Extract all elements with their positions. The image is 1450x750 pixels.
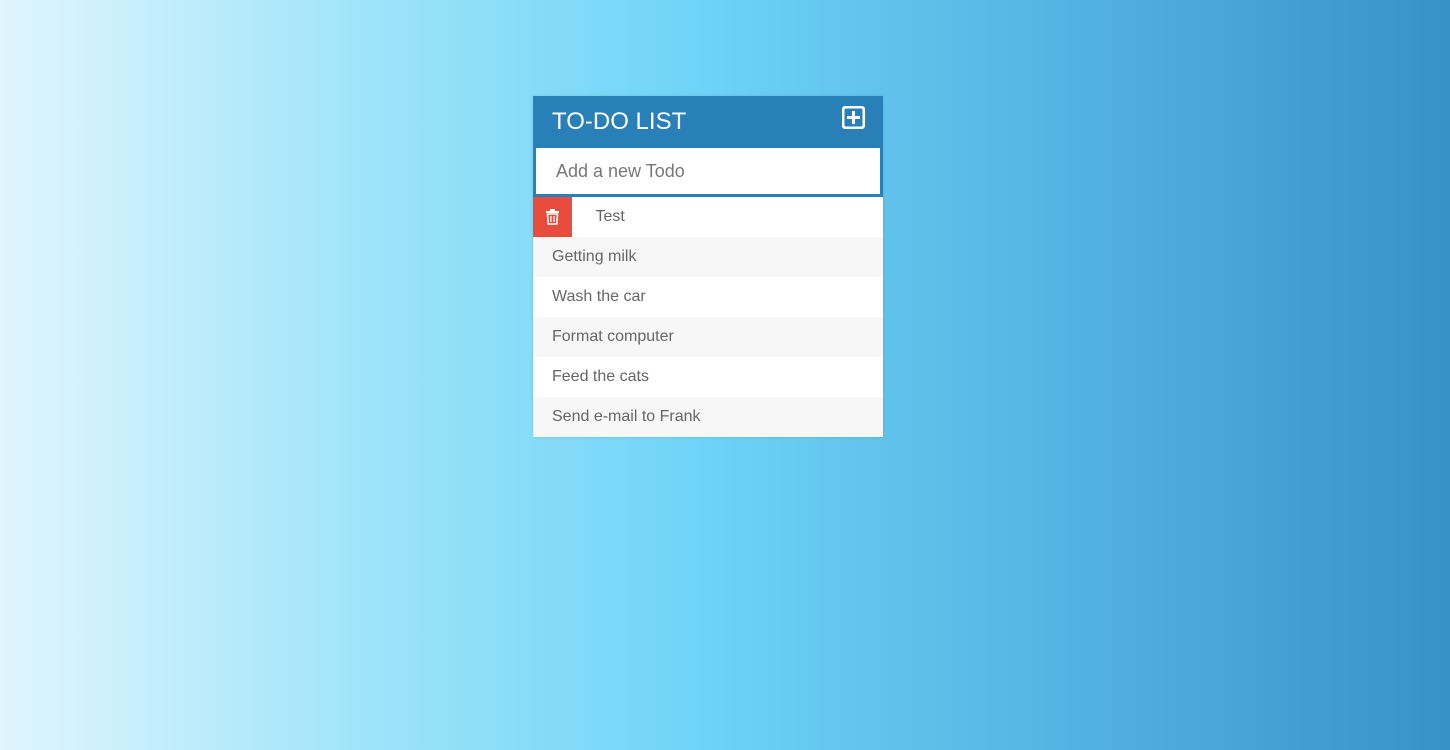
todo-item[interactable]: Test	[533, 197, 883, 237]
todo-item-text: Send e-mail to Frank	[552, 408, 701, 425]
todo-list: Test Getting milk Wash the car Format co…	[533, 197, 883, 437]
todo-item[interactable]: Feed the cats	[533, 357, 883, 397]
todo-input-wrapper	[533, 148, 883, 197]
todo-item-text: Wash the car	[552, 288, 646, 305]
plus-square-icon	[842, 106, 865, 129]
todo-header: TO-DO LIST	[533, 96, 883, 148]
todo-item-text: Test	[595, 208, 625, 225]
todo-item[interactable]: Send e-mail to Frank	[533, 397, 883, 437]
delete-todo-button[interactable]	[533, 197, 572, 237]
todo-item-text: Feed the cats	[552, 368, 649, 385]
todo-card: TO-DO LIST Add a new Todo Test Getting m…	[533, 96, 883, 437]
page-title: TO-DO LIST	[552, 108, 687, 135]
todo-item-text: Getting milk	[552, 248, 637, 265]
todo-item[interactable]: Getting milk	[533, 237, 883, 277]
add-todo-toggle-button[interactable]	[842, 106, 865, 129]
new-todo-input[interactable]	[536, 148, 880, 194]
todo-item[interactable]: Format computer	[533, 317, 883, 357]
todo-item[interactable]: Wash the car	[533, 277, 883, 317]
todo-item-text: Format computer	[552, 328, 674, 345]
